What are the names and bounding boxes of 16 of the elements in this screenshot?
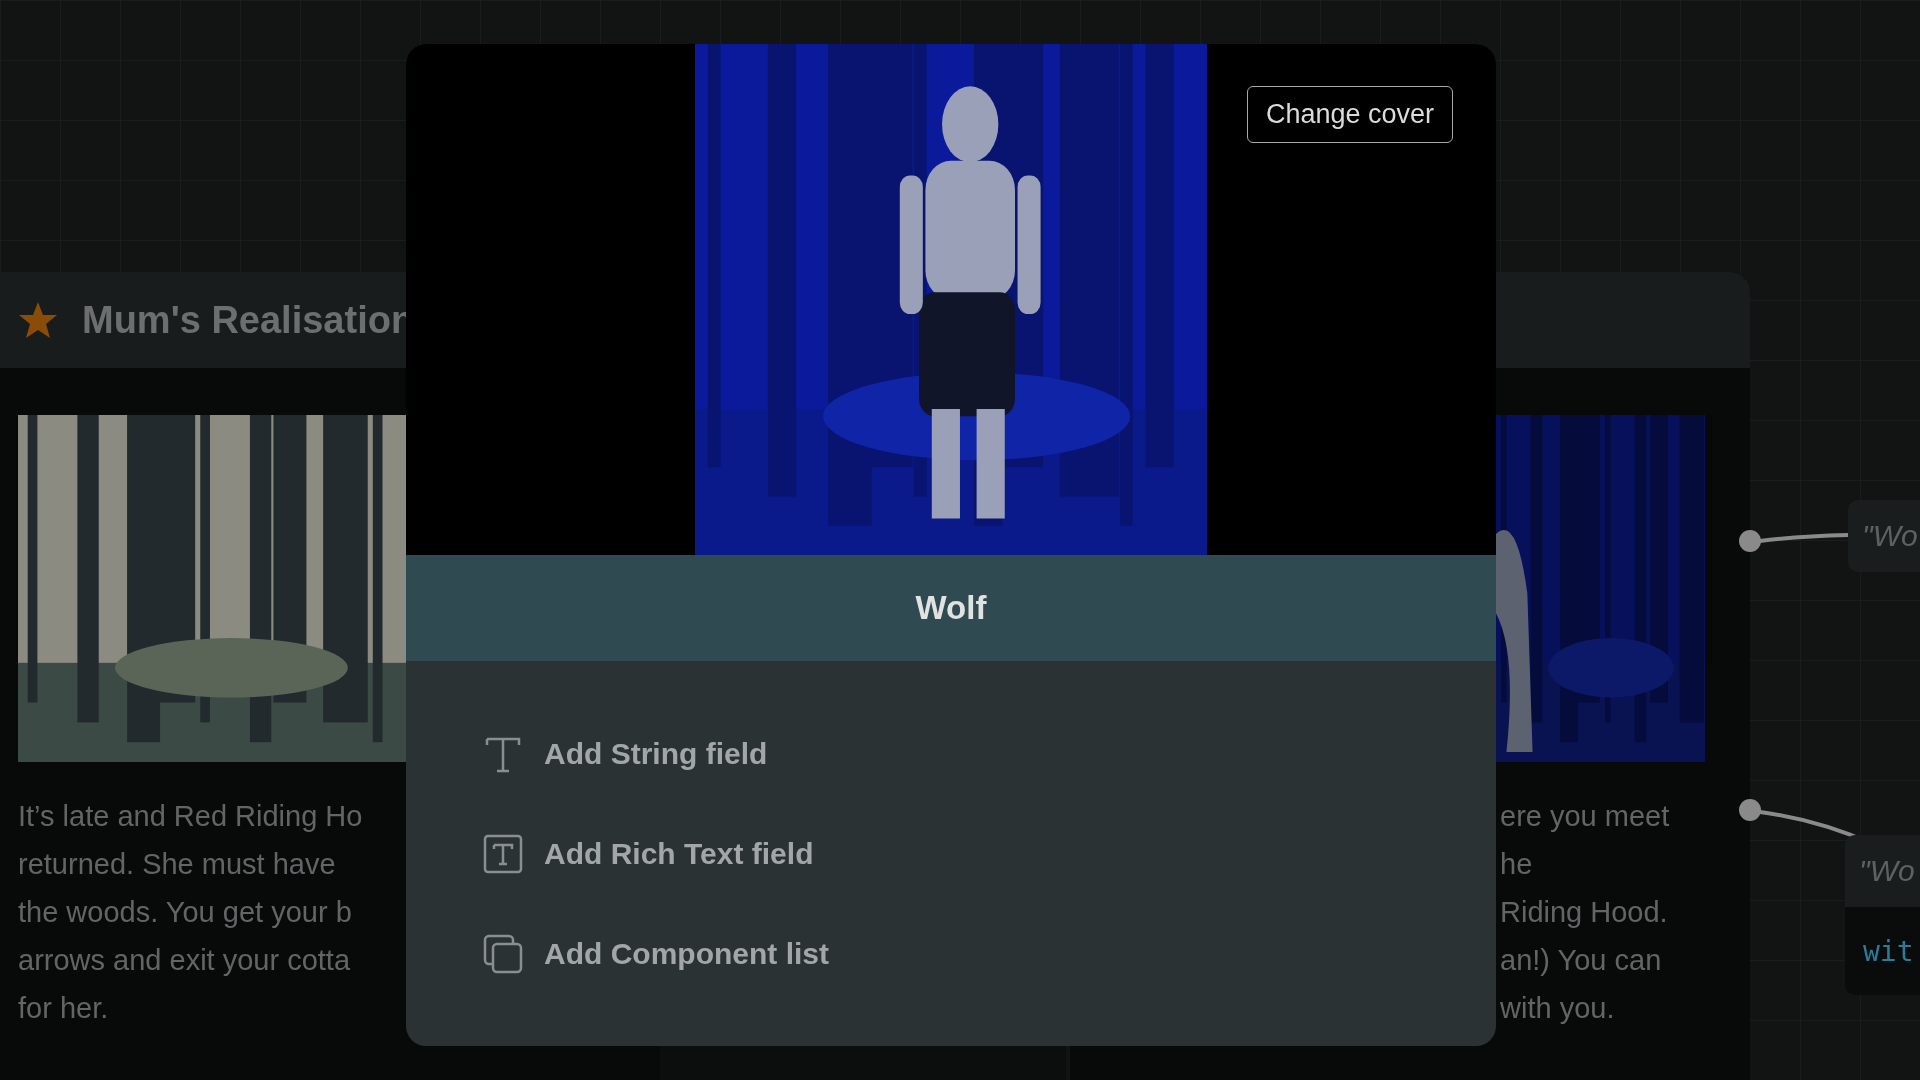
flow-node[interactable]: "Wo wit	[1845, 835, 1920, 995]
add-field-option[interactable]: Add Rich Text field	[482, 833, 814, 875]
code-text: wit	[1862, 934, 1914, 968]
node-label: "Wo	[1861, 519, 1919, 553]
flow-node[interactable]: "Wo	[1848, 500, 1920, 572]
story-text: It’s late and Red Riding Ho returned. She must have the woods. You get your b arrows and exit your cotta for her.	[18, 799, 363, 1026]
card-title: Mum's Realisation	[82, 298, 415, 342]
add-field-option[interactable]: Add Component list	[482, 933, 829, 975]
modal-title: Wolf	[915, 589, 987, 627]
add-field-option[interactable]: Add String field	[482, 733, 768, 775]
change-cover-button[interactable]: Change cover	[1246, 86, 1453, 143]
node-label: "Wo	[1858, 854, 1915, 888]
copy-icon	[482, 933, 524, 975]
text-box-icon	[482, 833, 524, 875]
story-text: ere you meet he Riding Hood. an!) You can with you.	[1500, 799, 1670, 1026]
star-icon[interactable]	[18, 300, 58, 340]
